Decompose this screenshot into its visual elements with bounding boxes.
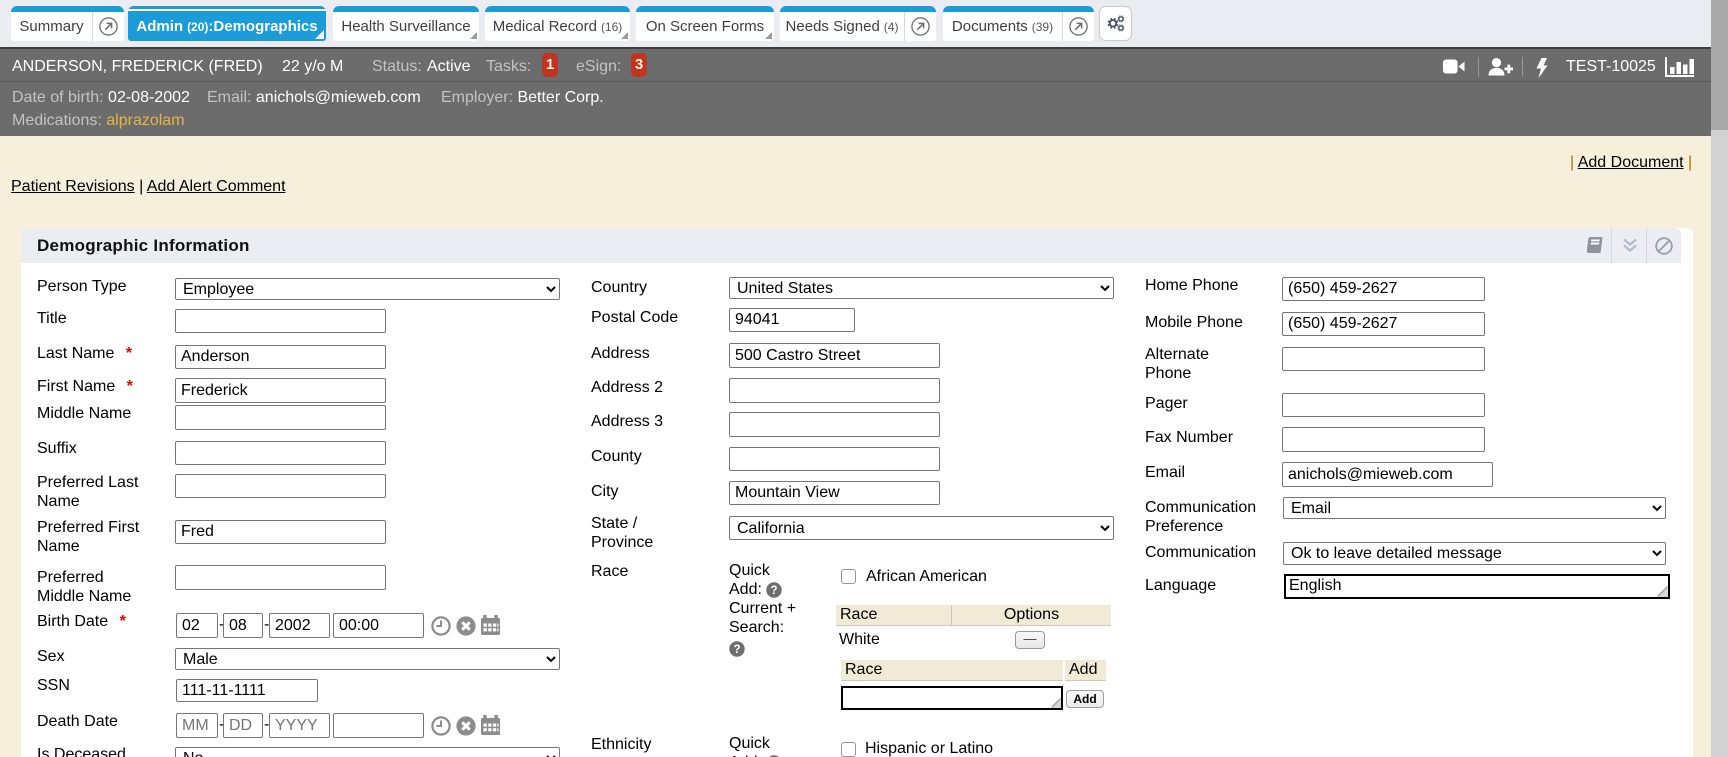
svg-text:?: ? xyxy=(733,644,740,656)
svg-text:?: ? xyxy=(771,585,778,597)
